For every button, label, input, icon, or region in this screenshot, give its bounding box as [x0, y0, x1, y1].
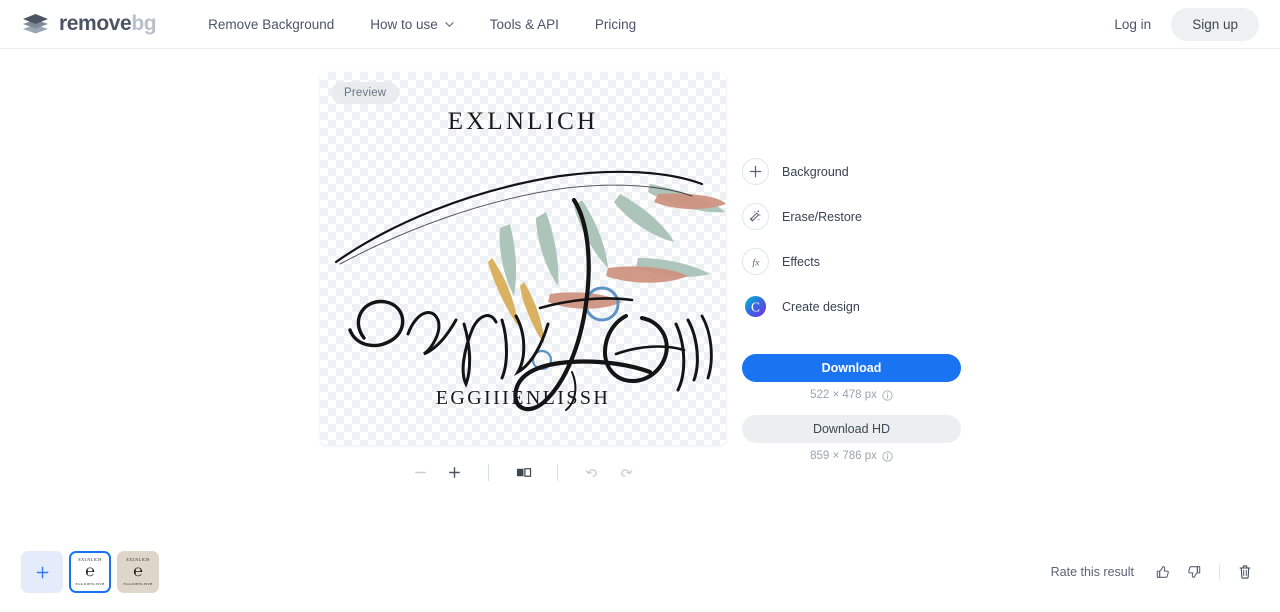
artwork-title-text: EXLNLICH	[447, 108, 599, 135]
download-hd-size-text: 859 × 786 px	[810, 450, 877, 462]
tool-label: Create design	[782, 299, 860, 314]
toolbar-divider	[557, 463, 558, 481]
nav-label: Pricing	[594, 16, 637, 32]
rate-divider	[1219, 564, 1220, 580]
tool-label: Effects	[782, 254, 820, 269]
rate-label: Rate this result	[1050, 565, 1134, 579]
tools-panel: Background Erase/Restore fx Effects C Cr…	[742, 149, 961, 462]
thumbnail-script: ℮	[85, 563, 95, 580]
plus-icon	[448, 466, 460, 478]
thumbs-up-button[interactable]	[1149, 558, 1177, 586]
canvas-toolbar	[320, 454, 726, 490]
thumbs-down-button[interactable]	[1180, 558, 1208, 586]
logo[interactable]: removebg	[21, 12, 157, 36]
tool-background[interactable]: Background	[742, 149, 961, 194]
artwork-subtitle-text: EGGIIIENLISSH	[435, 387, 611, 409]
magic-brush-icon	[742, 203, 769, 230]
rate-result-bar: Rate this result	[1051, 558, 1259, 586]
info-circle-icon[interactable]	[882, 389, 893, 401]
download-hd-size-meta: 859 × 786 px	[742, 450, 961, 462]
layers-diamond-icon	[23, 14, 48, 34]
site-header: removebg Remove Background How to use To…	[0, 0, 1280, 49]
nav-tools-api[interactable]: Tools & API	[472, 11, 577, 38]
image-preview-canvas[interactable]: Preview EXLNLICH EGGIIIENLISSH	[320, 72, 726, 445]
fx-icon: fx	[742, 248, 769, 275]
nav-label: Tools & API	[489, 16, 559, 32]
redo-button[interactable]	[609, 457, 643, 487]
thumbs-up-icon	[1156, 566, 1169, 578]
zoom-out-button[interactable]	[403, 457, 437, 487]
delete-button[interactable]	[1231, 558, 1259, 586]
download-size-meta: 522 × 478 px	[742, 389, 961, 401]
canva-logo-icon: C	[742, 293, 769, 320]
split-compare-icon	[516, 467, 531, 477]
thumbnail-title: EXLNLICH	[126, 557, 150, 562]
info-circle-icon[interactable]	[882, 450, 893, 462]
add-image-button[interactable]	[21, 551, 63, 593]
tool-effects[interactable]: fx Effects	[742, 239, 961, 284]
thumbnail-subtitle: EGGIIIENLISSH	[75, 581, 105, 586]
main-nav: Remove Background How to use Tools & API…	[190, 11, 654, 38]
svg-text:fx: fx	[752, 257, 760, 268]
svg-text:C: C	[751, 299, 760, 314]
thumbnail-subtitle: EGGIIIENLISSH	[123, 581, 153, 586]
plus-icon	[742, 158, 769, 185]
download-size-text: 522 × 478 px	[810, 389, 877, 401]
thumbnail-preview: EXLNLICH ℮ EGGIIIENLISSH	[119, 553, 157, 591]
download-block: Download 522 × 478 px Download HD 859 × …	[742, 354, 961, 462]
download-hd-button[interactable]: Download HD	[742, 415, 961, 443]
zoom-in-button[interactable]	[437, 457, 471, 487]
preview-badge: Preview	[331, 82, 400, 104]
nav-how-to-use[interactable]: How to use	[352, 11, 472, 38]
signup-button[interactable]: Sign up	[1171, 7, 1259, 41]
thumbs-down-icon	[1188, 566, 1201, 578]
download-button[interactable]: Download	[742, 354, 961, 382]
compare-split-toggle[interactable]	[506, 457, 540, 487]
thumbnail-result-1[interactable]: EXLNLICH ℮ EGGIIIENLISSH	[69, 551, 111, 593]
login-link[interactable]: Log in	[1100, 9, 1165, 40]
thumbnail-title: EXLNLICH	[78, 557, 102, 562]
undo-arrow-icon	[585, 468, 597, 477]
thumbnail-result-2[interactable]: EXLNLICH ℮ EGGIIIENLISSH	[117, 551, 159, 593]
trash-icon	[1239, 565, 1251, 579]
thumbnail-preview: EXLNLICH ℮ EGGIIIENLISSH	[71, 553, 109, 591]
tool-create-design[interactable]: C Create design	[742, 284, 961, 329]
tool-label: Erase/Restore	[782, 209, 862, 224]
nav-label: How to use	[370, 16, 438, 32]
plus-icon	[36, 566, 48, 578]
header-actions: Log in Sign up	[1100, 7, 1259, 41]
redo-arrow-icon	[621, 468, 633, 477]
tool-erase-restore[interactable]: Erase/Restore	[742, 194, 961, 239]
chevron-down-icon	[445, 21, 454, 27]
toolbar-divider	[488, 463, 489, 481]
tool-label: Background	[782, 164, 849, 179]
undo-button[interactable]	[575, 457, 609, 487]
thumbnail-strip: EXLNLICH ℮ EGGIIIENLISSH EXLNLICH ℮ EGGI…	[21, 551, 159, 593]
logo-text-primary: remove	[59, 12, 132, 35]
nav-pricing[interactable]: Pricing	[577, 11, 654, 38]
nav-remove-background[interactable]: Remove Background	[190, 11, 352, 38]
logo-text-secondary: bg	[131, 12, 157, 35]
nav-label: Remove Background	[208, 16, 335, 32]
thumbnail-script: ℮	[133, 563, 143, 580]
canvas-area: Preview EXLNLICH EGGIIIENLISSH	[320, 72, 726, 445]
minus-icon	[414, 471, 426, 473]
editor-main: Preview EXLNLICH EGGIIIENLISSH Backgroun…	[0, 49, 1280, 612]
